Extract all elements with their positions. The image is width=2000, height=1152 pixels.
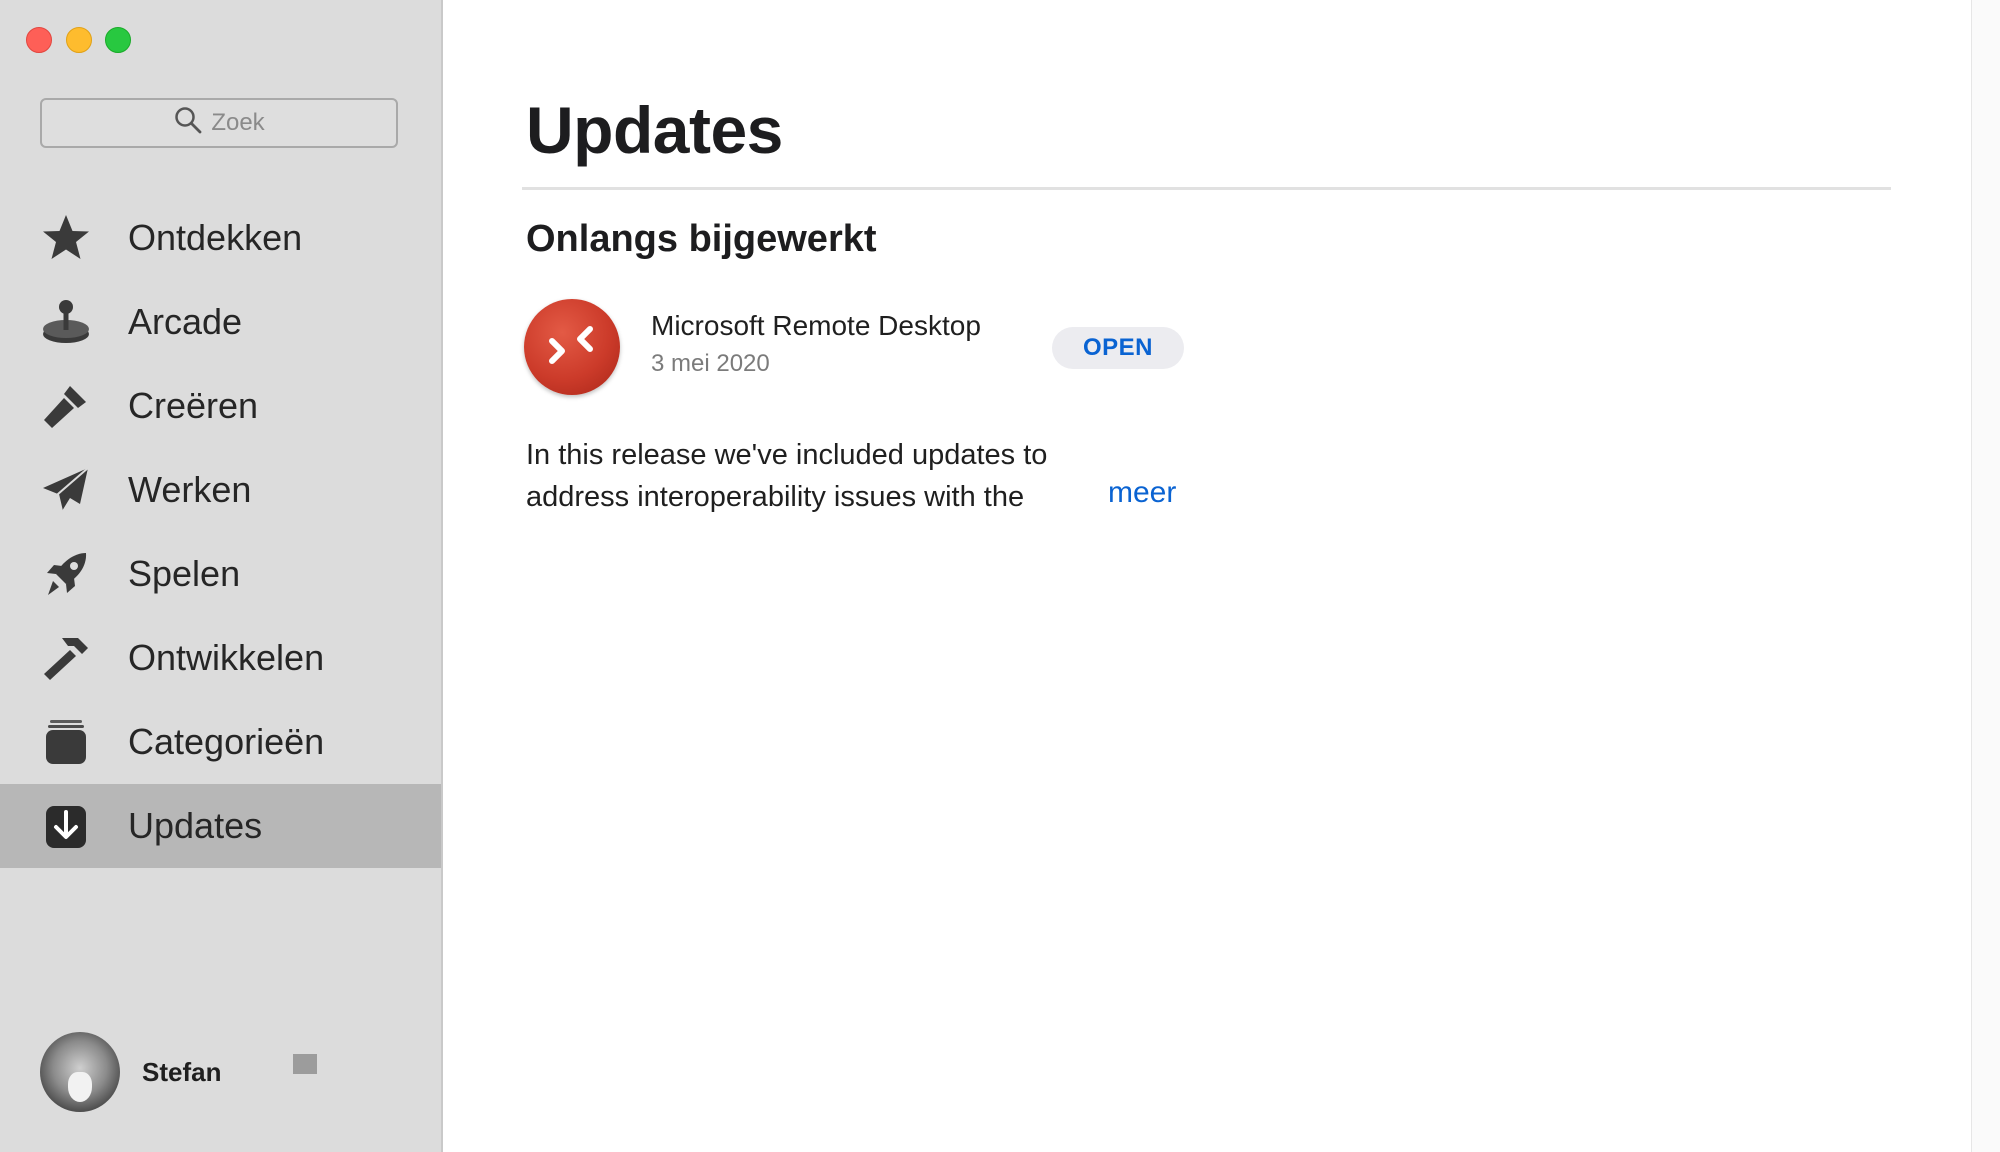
sidebar: Zoek Ontdekken Arcade Creëren Werken Spe… [0, 0, 443, 1152]
sidebar-item-label: Categorieën [128, 721, 325, 762]
open-app-button[interactable]: OPEN [1052, 327, 1184, 369]
remote-desktop-app-icon[interactable] [524, 299, 620, 395]
app-name[interactable]: Microsoft Remote Desktop [651, 310, 981, 342]
scrollbar[interactable] [1971, 0, 2000, 1152]
sidebar-item-updates[interactable]: Updates [0, 784, 441, 868]
main-content: Updates Onlangs bijgewerkt Microsoft Rem… [443, 0, 1972, 1152]
release-notes: In this release we've included updates t… [526, 439, 1048, 513]
paper-plane-icon [38, 462, 94, 518]
sidebar-item-arcade[interactable]: Arcade [0, 280, 441, 364]
sidebar-item-creeren[interactable]: Creëren [0, 364, 441, 448]
page-title: Updates [526, 93, 783, 167]
sidebar-item-label: Ontdekken [128, 217, 303, 258]
stack-icon [38, 714, 94, 770]
download-icon [38, 798, 94, 854]
brush-icon [38, 378, 94, 434]
sidebar-item-spelen[interactable]: Spelen [0, 532, 441, 616]
search-input[interactable]: Zoek [40, 98, 398, 148]
search-placeholder: Zoek [211, 109, 265, 136]
hammer-icon [38, 630, 94, 686]
sidebar-item-label: Updates [128, 805, 263, 846]
sidebar-item-werken[interactable]: Werken [0, 448, 441, 532]
sidebar-item-label: Spelen [128, 553, 241, 594]
star-icon [38, 210, 94, 266]
app-store-window: Zoek Ontdekken Arcade Creëren Werken Spe… [0, 0, 2000, 1152]
more-link[interactable]: meer [1108, 476, 1176, 510]
sidebar-item-ontdekken[interactable]: Ontdekken [0, 196, 441, 280]
app-update-date: 3 mei 2020 [651, 350, 770, 377]
minimize-window-button[interactable] [66, 27, 92, 53]
user-name: Stefan [142, 1056, 222, 1087]
search-icon [173, 105, 203, 142]
account-badge-icon [293, 1054, 317, 1074]
section-title: Onlangs bijgewerkt [526, 218, 877, 260]
sidebar-item-label: Werken [128, 469, 252, 510]
sidebar-item-categorieen[interactable]: Categorieën [0, 700, 441, 784]
sidebar-item-label: Creëren [128, 385, 259, 426]
rocket-icon [38, 546, 94, 602]
sidebar-item-ontwikkelen[interactable]: Ontwikkelen [0, 616, 441, 700]
close-window-button[interactable] [26, 27, 52, 53]
sidebar-item-label: Arcade [128, 301, 243, 342]
title-divider [522, 187, 1891, 190]
zoom-window-button[interactable] [105, 27, 131, 53]
sidebar-item-label: Ontwikkelen [128, 637, 325, 678]
sidebar-nav: Ontdekken Arcade Creëren Werken Spelen O… [0, 196, 441, 868]
joystick-icon [38, 294, 94, 350]
avatar[interactable] [40, 1032, 120, 1112]
user-account[interactable]: Stefan [40, 1032, 221, 1112]
